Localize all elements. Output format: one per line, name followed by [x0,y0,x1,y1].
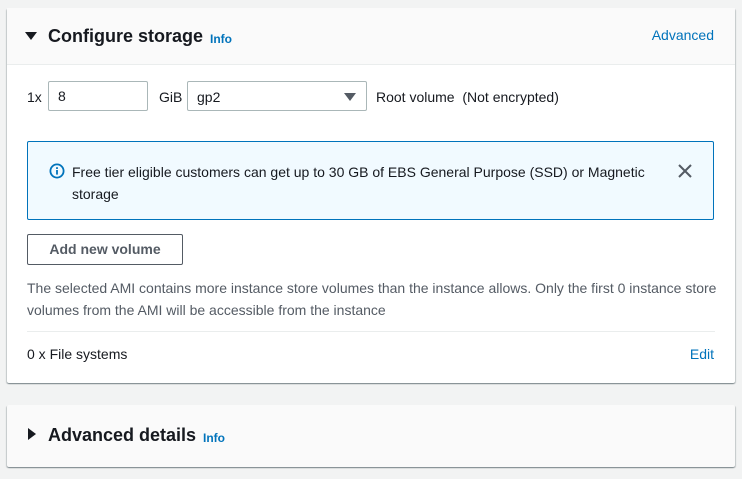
instance-store-warning: The selected AMI contains more instance … [27,280,717,318]
caret-down-icon [344,93,356,101]
volume-size-unit: GiB [159,89,183,105]
divider [27,331,715,332]
configure-storage-title[interactable]: Configure storage [48,26,203,47]
volume-type-value: gp2 [197,89,221,105]
add-new-volume-button[interactable]: Add new volume [27,234,183,265]
file-systems-edit-link[interactable]: Edit [690,346,714,362]
info-circle-icon [49,163,65,179]
configure-storage-panel: Configure storage Info Advanced 1x GiB g… [7,8,735,383]
file-systems-label: 0 x File systems [27,346,128,362]
volume-size-input[interactable] [48,81,148,111]
volume-count-prefix: 1x [27,89,42,105]
advanced-details-info-link[interactable]: Info [203,431,225,445]
free-tier-alert: Free tier eligible customers can get up … [27,141,714,220]
advanced-details-title[interactable]: Advanced details [48,425,196,446]
free-tier-alert-message: Free tier eligible customers can get up … [72,164,645,202]
close-icon[interactable] [675,161,695,181]
caret-right-icon[interactable] [28,428,36,440]
configure-storage-header[interactable]: Configure storage Info Advanced [7,8,735,65]
caret-down-icon[interactable] [25,32,37,40]
configure-storage-info-link[interactable]: Info [210,32,232,46]
volume-description: Root volume (Not encrypted) [376,89,559,105]
volume-type-select[interactable]: gp2 [187,81,367,111]
advanced-details-panel[interactable]: Advanced details Info [7,405,735,467]
advanced-link[interactable]: Advanced [652,27,714,43]
